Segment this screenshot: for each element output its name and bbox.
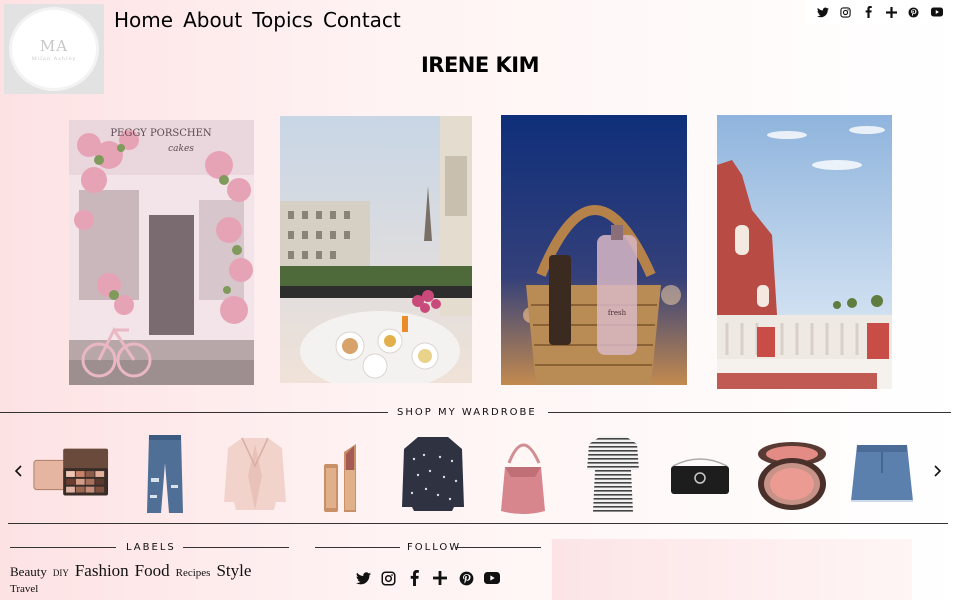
- label-diy[interactable]: DIY: [53, 569, 69, 578]
- lipstick-duo[interactable]: [303, 430, 383, 518]
- wardrobe-rule-left: [0, 412, 388, 413]
- pink-bucket-bag[interactable]: [483, 430, 563, 518]
- instagram-icon[interactable]: [381, 570, 397, 586]
- plus-icon[interactable]: [884, 5, 898, 19]
- paris-breakfast-photo[interactable]: [280, 116, 472, 383]
- social-bar-top: [806, 0, 954, 24]
- positano-terrace-photo[interactable]: [717, 115, 892, 389]
- carousel-prev-arrow[interactable]: [10, 461, 26, 481]
- wardrobe-bottom-rule: [8, 523, 948, 524]
- labels-rule-right: [183, 547, 289, 548]
- nav-contact[interactable]: Contact: [323, 6, 401, 34]
- nav-home[interactable]: Home: [114, 6, 173, 34]
- plus-icon[interactable]: [432, 570, 448, 586]
- main-nav: Home About Topics Contact: [114, 6, 411, 34]
- label-fashion[interactable]: Fashion: [75, 562, 129, 579]
- striped-dress[interactable]: [573, 430, 653, 518]
- footer-pink-panel: [552, 539, 912, 600]
- logo-initials: MA: [39, 36, 69, 55]
- denim-skirt[interactable]: [842, 430, 922, 518]
- picnic-basket-photo[interactable]: fresh: [501, 115, 687, 385]
- black-shoulder-bag[interactable]: [660, 430, 740, 518]
- cafe-sign: PEGGY PORSCHEN: [110, 128, 212, 139]
- facebook-icon[interactable]: [407, 570, 423, 586]
- wardrobe-title: SHOP MY WARDROBE: [397, 407, 537, 418]
- pink-blazer[interactable]: [215, 430, 295, 518]
- follow-rule-right: [456, 547, 541, 548]
- label-beauty[interactable]: Beauty: [10, 565, 47, 578]
- eyeshadow-palette[interactable]: [30, 430, 110, 518]
- cafe-sign-sub: cakes: [168, 144, 194, 154]
- facebook-icon[interactable]: [862, 5, 876, 19]
- label-style[interactable]: Style: [216, 562, 251, 579]
- follow-icons: [355, 570, 500, 586]
- label-food[interactable]: Food: [135, 562, 170, 579]
- youtube-icon[interactable]: [483, 570, 500, 586]
- labels-title: LABELS: [126, 542, 176, 553]
- wardrobe-carousel: [0, 425, 960, 520]
- follow-title: FOLLOW: [407, 542, 462, 553]
- site-logo[interactable]: MA Milan Ashley: [4, 4, 104, 94]
- label-travel[interactable]: Travel: [10, 584, 38, 595]
- ripped-jeans[interactable]: [125, 430, 205, 518]
- twitter-icon[interactable]: [816, 5, 830, 19]
- cafe-flowers-photo[interactable]: PEGGY PORSCHEN cakes: [69, 120, 254, 385]
- follow-rule-left: [315, 547, 400, 548]
- dotted-shirt[interactable]: [393, 430, 473, 518]
- pinterest-icon[interactable]: [907, 5, 921, 19]
- nav-topics[interactable]: Topics: [252, 6, 313, 34]
- labels-cloud: Beauty DIY Fashion Food Recipes Style Travel: [10, 562, 300, 596]
- page-title: IRENE KIM: [420, 53, 540, 77]
- bottle-label: fresh: [608, 309, 627, 317]
- pinterest-icon[interactable]: [458, 570, 474, 586]
- wardrobe-rule-right: [548, 412, 951, 413]
- blush-compact[interactable]: [752, 430, 832, 518]
- labels-rule-left: [10, 547, 116, 548]
- carousel-next-arrow[interactable]: [930, 461, 946, 481]
- nav-about[interactable]: About: [183, 6, 242, 34]
- twitter-icon[interactable]: [355, 570, 371, 586]
- label-recipes[interactable]: Recipes: [176, 568, 211, 579]
- youtube-icon[interactable]: [930, 5, 944, 19]
- instagram-icon[interactable]: [839, 5, 853, 19]
